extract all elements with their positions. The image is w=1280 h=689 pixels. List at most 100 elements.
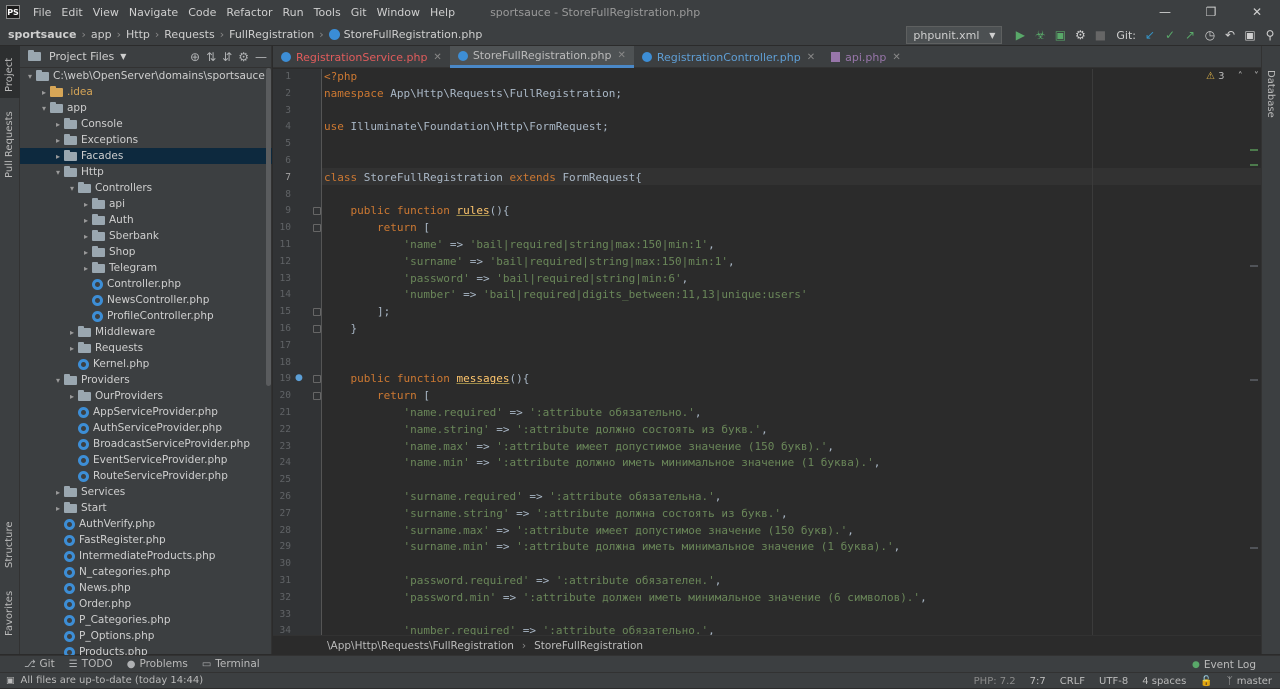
fold-marker-icon[interactable]	[313, 325, 321, 333]
chevron-right-icon[interactable]: ▸	[80, 248, 92, 257]
tree-item[interactable]: AppServiceProvider.php	[20, 404, 272, 420]
tree-item[interactable]: ▸ Telegram	[20, 260, 272, 276]
tree-item[interactable]: ▸ Shop	[20, 244, 272, 260]
file-encoding[interactable]: UTF-8	[1099, 676, 1128, 687]
fold-marker-icon[interactable]	[313, 207, 321, 216]
editor-tab[interactable]: RegistrationController.php ✕	[634, 46, 823, 68]
tree-item[interactable]: ▸ Facades	[20, 148, 272, 164]
chevron-right-icon[interactable]: ▸	[52, 488, 64, 497]
class-crumb[interactable]: StoreFullRegistration	[534, 640, 643, 652]
chevron-right-icon[interactable]: ▸	[66, 392, 78, 401]
run-icon[interactable]: ▶	[1010, 25, 1030, 45]
tool-window-git[interactable]: ⎇ Git	[24, 658, 55, 670]
tree-item[interactable]: P_Options.php	[20, 628, 272, 644]
search-icon[interactable]: ⚲	[1260, 25, 1280, 45]
tree-item[interactable]: ▸ Middleware	[20, 324, 272, 340]
chevron-down-icon[interactable]: ▾	[66, 184, 78, 193]
editor-tab[interactable]: StoreFullRegistration.php ✕	[449, 46, 634, 68]
close-tab-icon[interactable]: ✕	[892, 52, 900, 63]
chevron-right-icon[interactable]: ▸	[80, 264, 92, 273]
fold-marker-icon[interactable]	[313, 392, 321, 401]
close-icon[interactable]: ✕	[1234, 0, 1280, 24]
chevron-down-icon[interactable]: ▼	[120, 52, 126, 61]
tree-item[interactable]: ▸ Exceptions	[20, 132, 272, 148]
tree-item[interactable]: ▸ Auth	[20, 212, 272, 228]
fold-marker-icon[interactable]	[313, 308, 321, 317]
inspection-widget[interactable]: ⚠ 3 ˄ ˅	[1206, 71, 1259, 82]
tree-item[interactable]: ▸ Start	[20, 500, 272, 516]
breadcrumb-item[interactable]: Requests	[164, 28, 214, 41]
coverage-icon[interactable]: ▣	[1050, 25, 1070, 45]
tree-item[interactable]: ▸ Requests	[20, 340, 272, 356]
chevron-right-icon[interactable]: ▸	[52, 152, 64, 161]
close-tab-icon[interactable]: ✕	[617, 50, 625, 61]
close-tab-icon[interactable]: ✕	[807, 52, 815, 63]
tree-item[interactable]: BroadcastServiceProvider.php	[20, 436, 272, 452]
chevron-right-icon[interactable]: ▸	[52, 136, 64, 145]
structure-tool-label[interactable]: Structure	[4, 521, 15, 568]
run-config-selector[interactable]: phpunit.xml ▼	[906, 26, 1003, 44]
close-tab-icon[interactable]: ✕	[433, 52, 441, 63]
editor-tab[interactable]: api.php ✕	[823, 46, 909, 68]
tree-item[interactable]: Order.php	[20, 596, 272, 612]
minimize-icon[interactable]: —	[1142, 0, 1188, 24]
tool-window-problems[interactable]: ● Problems	[127, 658, 188, 670]
maximize-icon[interactable]: ❐	[1188, 0, 1234, 24]
php-version[interactable]: PHP: 7.2	[974, 676, 1016, 687]
layout-icon[interactable]: ▣	[1240, 25, 1260, 45]
tree-item[interactable]: EventServiceProvider.php	[20, 452, 272, 468]
menu-item-git[interactable]: Git	[346, 6, 372, 19]
project-view-selector[interactable]: Project Files	[49, 50, 114, 63]
menu-item-view[interactable]: View	[88, 6, 124, 19]
tree-item[interactable]: ▾ C:\web\OpenServer\domains\sportsauce	[20, 68, 272, 84]
lock-icon[interactable]: 🔓	[1200, 676, 1212, 687]
menu-item-help[interactable]: Help	[425, 6, 460, 19]
pull-requests-tool-label[interactable]: Pull Requests	[4, 111, 15, 178]
tree-item[interactable]: N_categories.php	[20, 564, 272, 580]
tree-item[interactable]: ▾ app	[20, 100, 272, 116]
git-branch[interactable]: ᛉ master	[1227, 676, 1272, 687]
chevron-down-icon[interactable]: ▾	[24, 72, 36, 81]
tree-item[interactable]: ▾ Controllers	[20, 180, 272, 196]
expand-all-icon[interactable]: ⇅	[206, 50, 216, 64]
menu-item-navigate[interactable]: Navigate	[124, 6, 183, 19]
tree-item[interactable]: ▸ Services	[20, 484, 272, 500]
code-editor[interactable]: ⚠ 3 ˄ ˅ <?php namespace App\Http\Requests…	[322, 69, 1261, 635]
chevron-right-icon[interactable]: ▸	[80, 200, 92, 209]
chevron-right-icon[interactable]: ▸	[66, 328, 78, 337]
rollback-icon[interactable]: ↶	[1220, 25, 1240, 45]
breadcrumb-item[interactable]: app	[91, 28, 112, 41]
locate-icon[interactable]: ⊕	[190, 50, 200, 64]
chevron-down-icon[interactable]: ▾	[52, 376, 64, 385]
next-highlight-icon[interactable]: ˅	[1254, 71, 1259, 82]
override-method-icon[interactable]: ●	[295, 373, 303, 383]
hide-icon[interactable]: —	[255, 50, 267, 64]
tree-item[interactable]: ▸ api	[20, 196, 272, 212]
fold-marker-icon[interactable]	[313, 224, 321, 233]
breadcrumb-item[interactable]: sportsauce	[8, 28, 76, 41]
chevron-right-icon[interactable]: ▸	[38, 88, 50, 97]
git-commit-icon[interactable]: ✓	[1160, 25, 1180, 45]
tree-item[interactable]: RouteServiceProvider.php	[20, 468, 272, 484]
chevron-right-icon[interactable]: ▸	[66, 344, 78, 353]
chevron-right-icon[interactable]: ▸	[52, 504, 64, 513]
tree-item[interactable]: ▸ .idea	[20, 84, 272, 100]
git-update-icon[interactable]: ↙	[1140, 25, 1160, 45]
menu-item-window[interactable]: Window	[372, 6, 425, 19]
tree-item[interactable]: AuthServiceProvider.php	[20, 420, 272, 436]
chevron-right-icon[interactable]: ▸	[80, 232, 92, 241]
menu-item-code[interactable]: Code	[183, 6, 221, 19]
chevron-down-icon[interactable]: ▾	[38, 104, 50, 113]
tree-item[interactable]: News.php	[20, 580, 272, 596]
chevron-down-icon[interactable]: ▾	[52, 168, 64, 177]
caret-position[interactable]: 7:7	[1030, 676, 1046, 687]
namespace-crumb[interactable]: \App\Http\Requests\FullRegistration	[327, 640, 514, 652]
tree-item[interactable]: NewsController.php	[20, 292, 272, 308]
tree-item[interactable]: ▾ Http	[20, 164, 272, 180]
line-separator[interactable]: CRLF	[1060, 676, 1085, 687]
fold-marker-icon[interactable]	[313, 375, 321, 384]
tree-item[interactable]: ▸ OurProviders	[20, 388, 272, 404]
event-log-button[interactable]: Event Log	[1204, 659, 1256, 671]
debug-icon[interactable]: ☣	[1030, 25, 1050, 45]
menu-item-refactor[interactable]: Refactor	[221, 6, 277, 19]
